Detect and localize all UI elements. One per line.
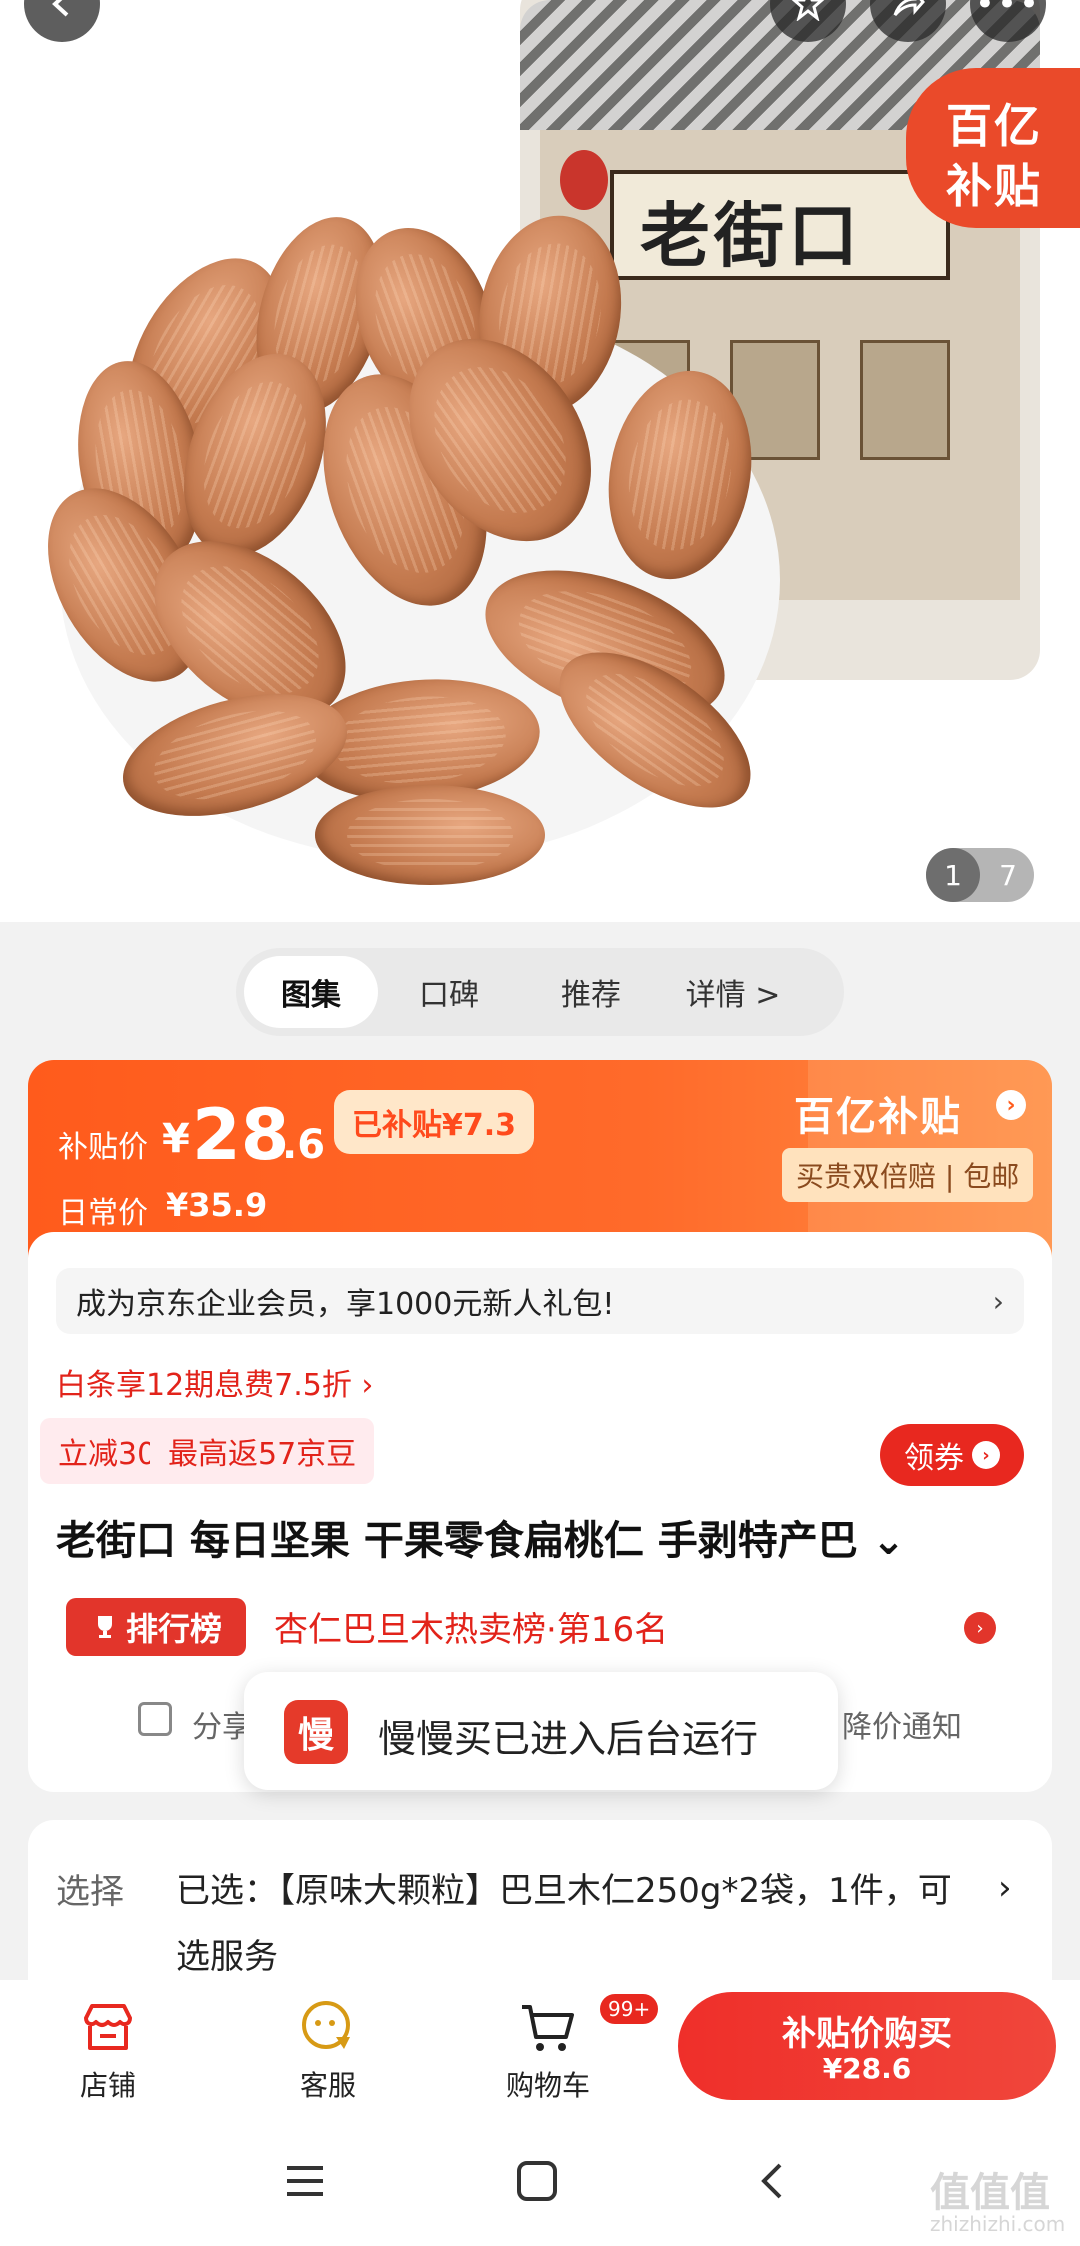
member-text: 成为京东企业会员，享1000元新人礼包! (76, 1287, 615, 1322)
product-page: 老街口 百亿 补贴 ••• 1 7 图集 口碑 推荐 详情 > 补贴价 ¥ 28… (0, 0, 1080, 2246)
customer-service-icon (296, 1998, 360, 2056)
guarantee-badge: 买贵双倍赔 | 包邮 (782, 1148, 1034, 1202)
cart-count-badge: 99+ (598, 1992, 661, 2026)
get-coupon-button[interactable]: 领券 › (880, 1424, 1024, 1486)
price-banner: 补贴价 ¥ 28 .6 已补贴¥7.3 日常价 ¥35.9 百亿补贴 › 买贵双… (28, 1060, 1052, 1260)
jingdou-tag: 最高返57京豆 (150, 1418, 375, 1484)
system-back-button[interactable] (746, 2156, 796, 2206)
bag-brand-text: 老街口 (640, 194, 862, 277)
tab-recommend[interactable]: 推荐 (520, 956, 662, 1028)
toast-message: 慢慢买已进入后台运行 (378, 1717, 759, 1761)
ranking-badge-label: 排行榜 (125, 1610, 222, 1648)
tab-gallery[interactable]: 图集 (244, 956, 378, 1028)
home-square-icon (517, 2161, 557, 2201)
baitiao-installment-link[interactable]: 白条享12期息费7.5折 › (56, 1360, 373, 1404)
share-arrow-icon (893, 0, 925, 16)
home-button[interactable] (512, 2156, 562, 2206)
buy-button-label: 补贴价购买 (782, 2014, 952, 2054)
subsidy-brand-link[interactable]: 百亿补贴 (794, 1084, 962, 1142)
back-button[interactable] (24, 0, 100, 42)
price-integer: 28 (192, 1094, 290, 1176)
product-image-gallery[interactable]: 老街口 百亿 补贴 ••• 1 7 (0, 0, 1080, 922)
chevron-down-icon: ⌄ (871, 1518, 906, 1564)
store-label: 店铺 (79, 2069, 136, 2102)
customer-service-label: 客服 (299, 2069, 356, 2102)
more-dots-icon: ••• (974, 0, 1042, 24)
watermark-url: zhizhizhi.com (930, 2212, 1066, 2236)
store-icon (76, 1998, 140, 2056)
menu-lines-icon (287, 2166, 323, 2196)
star-icon (791, 0, 825, 21)
ranking-badge: 排行榜 (66, 1598, 246, 1656)
product-title[interactable]: 老街口 每日坚果 干果零食扁桃仁 手剥特产巴 ⌄ (56, 1508, 1024, 1566)
daily-price-label: 日常价 (58, 1196, 148, 1231)
chevron-right-icon[interactable]: › (996, 1090, 1026, 1120)
select-label: 选择 (56, 1872, 124, 1912)
share-icon[interactable] (138, 1702, 172, 1736)
price-drop-notify-link[interactable]: 降价通知 (842, 1702, 962, 1746)
customer-service-button[interactable]: 客服 (268, 1998, 388, 2104)
buy-now-button[interactable]: 补贴价购买 ¥28.6 (678, 1992, 1056, 2100)
image-page-indicator: 1 7 (926, 848, 1034, 902)
shop-window (860, 340, 950, 460)
ranking-text[interactable]: 杏仁巴旦木热卖榜·第16名 (274, 1602, 668, 1651)
enterprise-member-banner[interactable]: 成为京东企业会员，享1000元新人礼包! › (56, 1268, 1024, 1334)
background-running-toast: 慢 慢慢买已进入后台运行 (244, 1672, 838, 1790)
lantern-icon (560, 150, 608, 210)
page-total: 7 (999, 858, 1017, 892)
coupon-label: 领券 (904, 1441, 964, 1476)
price-currency: ¥ (162, 1116, 190, 1162)
tab-reviews[interactable]: 口碑 (378, 956, 520, 1028)
subsidy-price-label: 补贴价 (58, 1130, 148, 1165)
system-navigation-bar: 值值值 zhizhizhi.com (0, 2116, 1080, 2246)
cart-button[interactable]: 99+ 购物车 (488, 1992, 661, 2104)
chevron-right-icon: › (972, 1441, 1000, 1469)
subsidy-badge-line2: 补贴 (946, 159, 1042, 213)
store-button[interactable]: 店铺 (48, 1998, 168, 2104)
product-title-text: 老街口 每日坚果 干果零食扁桃仁 手剥特产巴 (56, 1518, 858, 1564)
tab-details[interactable]: 详情 > (662, 956, 804, 1028)
page-current: 1 (926, 848, 980, 902)
subsidized-amount-badge: 已补贴¥7.3 (334, 1090, 535, 1154)
watermark-logo: 值值值 (930, 2170, 1050, 2216)
price-decimal: .6 (282, 1122, 326, 1168)
bottom-action-bar: 店铺 客服 99+ 购物车 补贴价购买 ¥28.6 (0, 1980, 1080, 2116)
cart-icon: 99+ (516, 1992, 661, 2056)
detail-tabs: 图集 口碑 推荐 详情 > (236, 948, 844, 1036)
chevron-right-icon: › (998, 1868, 1012, 1908)
chevron-right-icon: › (992, 1284, 1004, 1318)
back-arrow-icon (52, 0, 69, 17)
share-label[interactable]: 分享 (192, 1702, 252, 1746)
subsidy-badge: 百亿 补贴 (906, 68, 1080, 228)
subsidy-badge-line1: 百亿 (946, 99, 1042, 153)
chevron-right-icon[interactable]: › (964, 1612, 996, 1644)
selected-sku-text: 已选：【原味大颗粒】巴旦木仁250g*2袋，1件，可选服务 (176, 1871, 952, 1977)
recent-apps-button[interactable] (280, 2156, 330, 2206)
daily-price-value: ¥35.9 (166, 1186, 268, 1224)
manmanmai-app-icon: 慢 (284, 1700, 348, 1764)
trophy-icon (97, 1616, 112, 1638)
buy-button-price: ¥28.6 (822, 2052, 912, 2085)
back-chevron-icon (761, 2163, 782, 2199)
cart-label: 购物车 (505, 2069, 590, 2102)
